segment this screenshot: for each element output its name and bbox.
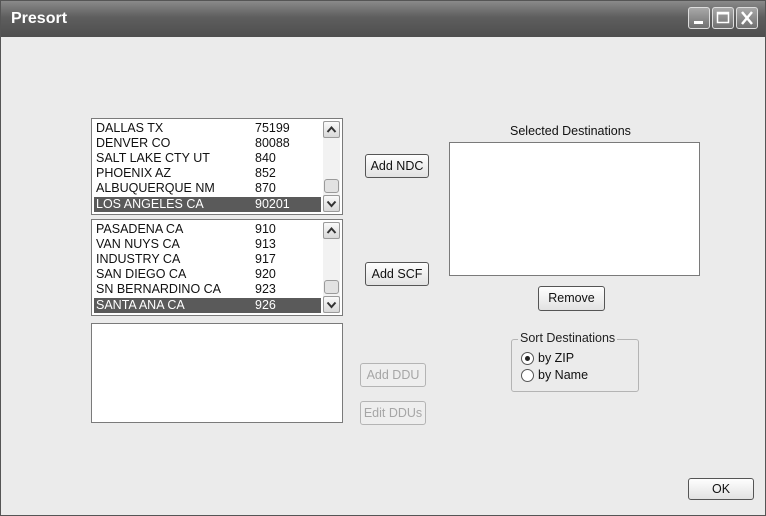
chevron-down-icon xyxy=(326,200,337,208)
chevron-up-icon xyxy=(326,125,337,133)
list-item-code: 840 xyxy=(255,151,276,165)
list-item-name: SN BERNARDINO CA xyxy=(96,282,222,296)
ok-button[interactable]: OK xyxy=(688,478,754,500)
list-item-code: 917 xyxy=(255,252,276,266)
list-item[interactable]: PASADENA CA 910 xyxy=(94,222,321,237)
maximize-button[interactable] xyxy=(712,7,734,29)
list-item-name: INDUSTRY CA xyxy=(96,252,181,266)
presort-window: Presort DALLAS TX 75199 DENVER CO 80088 … xyxy=(0,0,766,516)
sort-by-zip-label: by ZIP xyxy=(538,351,575,365)
scroll-up-button[interactable] xyxy=(323,121,340,138)
scroll-thumb[interactable] xyxy=(324,280,339,294)
minimize-button[interactable] xyxy=(688,7,710,29)
list-item-selected[interactable]: SANTA ANA CA 926 xyxy=(94,298,321,313)
scroll-down-button[interactable] xyxy=(323,296,340,313)
maximize-icon xyxy=(716,11,730,24)
list-item-code: 920 xyxy=(255,267,276,281)
close-icon xyxy=(741,11,753,25)
list-item-name: SAN DIEGO CA xyxy=(96,267,187,281)
list-item[interactable]: INDUSTRY CA 917 xyxy=(94,252,321,267)
window-title: Presort xyxy=(11,10,68,27)
list-item[interactable]: DALLAS TX 75199 xyxy=(94,121,321,136)
list-item-code: 870 xyxy=(255,181,276,195)
sort-by-name-option[interactable]: by Name xyxy=(521,368,631,384)
dialog-body: DALLAS TX 75199 DENVER CO 80088 SALT LAK… xyxy=(1,37,765,515)
scf-list[interactable]: PASADENA CA 910 VAN NUYS CA 913 INDUSTRY… xyxy=(91,219,343,316)
ndc-list[interactable]: DALLAS TX 75199 DENVER CO 80088 SALT LAK… xyxy=(91,118,343,215)
list-item[interactable]: VAN NUYS CA 913 xyxy=(94,237,321,252)
list-item-code: 90201 xyxy=(255,197,290,211)
minimize-icon xyxy=(694,21,703,24)
close-button[interactable] xyxy=(736,7,758,29)
sort-by-name-label: by Name xyxy=(538,368,589,382)
sort-destinations-title: Sort Destinations xyxy=(518,331,618,345)
add-ddu-button[interactable]: Add DDU xyxy=(360,363,426,387)
list-item-code: 80088 xyxy=(255,136,290,150)
list-item-name: VAN NUYS CA xyxy=(96,237,180,251)
scroll-down-button[interactable] xyxy=(323,195,340,212)
list-item-name: PASADENA CA xyxy=(96,222,184,236)
ndc-scrollbar[interactable] xyxy=(323,121,340,212)
list-item-name: ALBUQUERQUE NM xyxy=(96,181,215,195)
selected-destinations-list[interactable] xyxy=(449,142,700,276)
chevron-up-icon xyxy=(326,226,337,234)
list-item[interactable]: PHOENIX AZ 852 xyxy=(94,166,321,181)
sort-by-zip-option[interactable]: by ZIP xyxy=(521,351,631,367)
list-item-code: 926 xyxy=(255,298,276,312)
remove-button[interactable]: Remove xyxy=(538,286,605,311)
list-item[interactable]: SAN DIEGO CA 920 xyxy=(94,267,321,282)
list-item[interactable]: SALT LAKE CTY UT 840 xyxy=(94,151,321,166)
list-item-name: DENVER CO xyxy=(96,136,171,150)
scroll-up-button[interactable] xyxy=(323,222,340,239)
title-bar[interactable]: Presort xyxy=(1,1,765,37)
list-item[interactable]: DENVER CO 80088 xyxy=(94,136,321,151)
list-item-name: SANTA ANA CA xyxy=(96,298,185,312)
ddu-list[interactable] xyxy=(91,323,343,423)
radio-unchecked-icon xyxy=(521,369,534,382)
list-item-code: 923 xyxy=(255,282,276,296)
scf-scrollbar[interactable] xyxy=(323,222,340,313)
list-item-selected[interactable]: LOS ANGELES CA 90201 xyxy=(94,197,321,212)
selected-destinations-label: Selected Destinations xyxy=(510,124,631,138)
list-item-code: 852 xyxy=(255,166,276,180)
add-ndc-button[interactable]: Add NDC xyxy=(365,154,429,178)
add-scf-button[interactable]: Add SCF xyxy=(365,262,429,286)
list-item-name: DALLAS TX xyxy=(96,121,164,135)
sort-destinations-group: Sort Destinations by ZIP by Name xyxy=(511,331,639,392)
list-item-name: LOS ANGELES CA xyxy=(96,197,204,211)
list-item-code: 75199 xyxy=(255,121,290,135)
list-item-name: PHOENIX AZ xyxy=(96,166,172,180)
scroll-thumb[interactable] xyxy=(324,179,339,193)
list-item-name: SALT LAKE CTY UT xyxy=(96,151,210,165)
radio-checked-icon xyxy=(521,352,534,365)
list-item-code: 913 xyxy=(255,237,276,251)
list-item[interactable]: SN BERNARDINO CA 923 xyxy=(94,282,321,297)
chevron-down-icon xyxy=(326,301,337,309)
edit-ddus-button[interactable]: Edit DDUs xyxy=(360,401,426,425)
list-item-code: 910 xyxy=(255,222,276,236)
list-item[interactable]: ALBUQUERQUE NM 870 xyxy=(94,181,321,196)
